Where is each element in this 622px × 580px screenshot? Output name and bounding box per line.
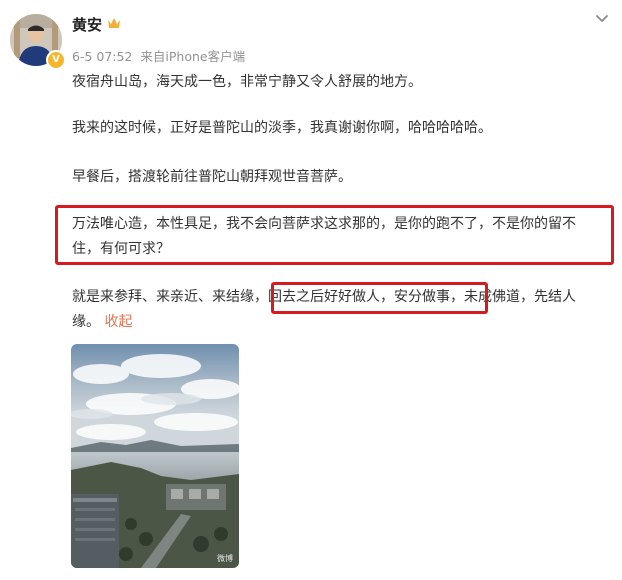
post-paragraph-3: 早餐后，搭渡轮前往普陀山朝拜观世音菩萨。 [72, 169, 352, 185]
highlight-box-paragraph [55, 205, 614, 265]
photo-watermark: 微博 [217, 554, 233, 563]
post-meta: 6-5 07:52 来自iPhone客户端 [72, 46, 249, 65]
post-paragraph-1: 夜宿舟山岛，海天成一色，非常宁静又令人舒展的地方。 [72, 74, 422, 90]
chevron-down-icon[interactable] [594, 10, 610, 26]
post-paragraph-2: 我来的这时候，正好是普陀山的淡季，我真谢谢你啊，哈哈哈哈哈。 [72, 120, 492, 136]
post-paragraph-5-line-2: 缘。 收起 [72, 310, 132, 335]
source-prefix: 来自 [140, 49, 166, 64]
collapse-link[interactable]: 收起 [104, 314, 132, 330]
verified-badge-icon: V [46, 50, 66, 70]
post-time[interactable]: 6-5 07:52 [72, 49, 132, 64]
post-photo[interactable]: 微博 [71, 344, 239, 568]
post-source: iPhone客户端 [165, 49, 246, 64]
p5-line-2: 缘。 [72, 314, 100, 330]
highlight-box-phrase [271, 282, 488, 314]
crown-icon [108, 18, 120, 28]
p5-part-1: 就是来参拜、来亲近、来结缘， [72, 289, 268, 305]
user-name[interactable]: 黄安 [72, 14, 102, 35]
